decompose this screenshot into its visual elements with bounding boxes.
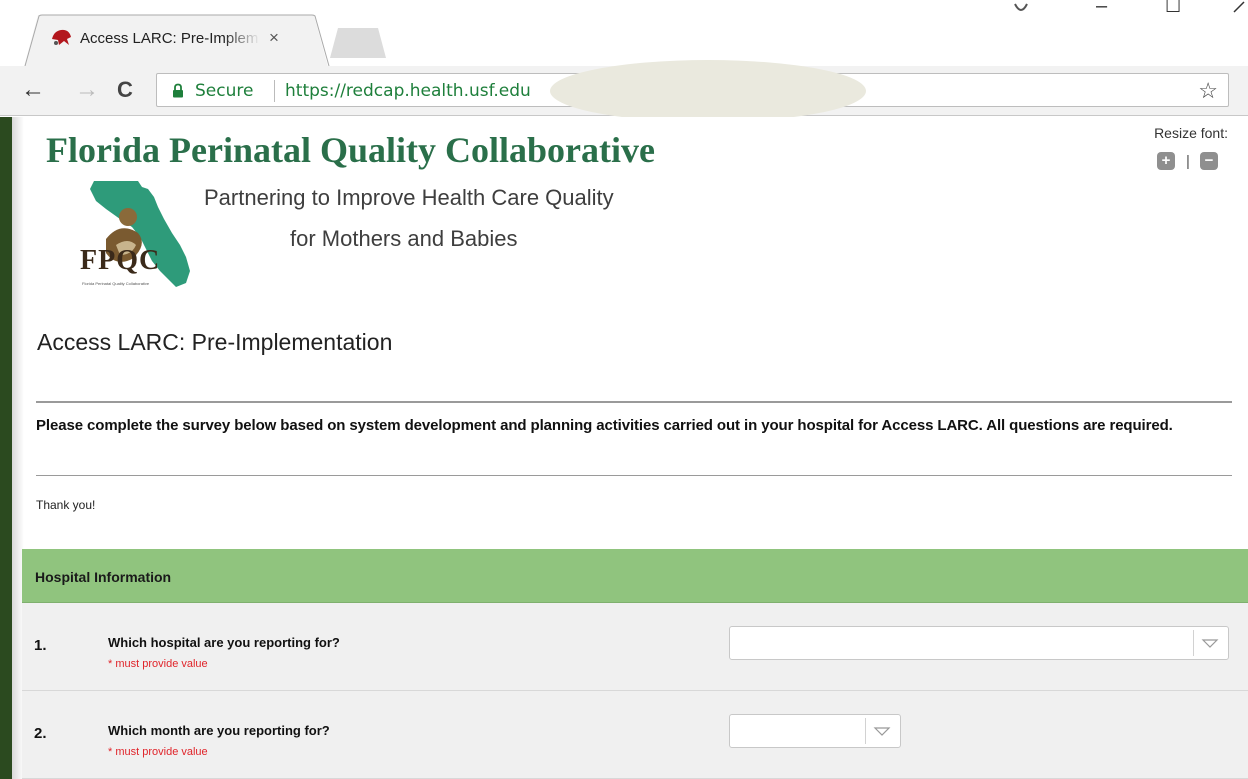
font-decrease-button[interactable]: − (1200, 152, 1218, 170)
required-note: * must provide value (108, 658, 208, 670)
required-note: * must provide value (108, 746, 208, 758)
new-tab-button[interactable] (330, 28, 386, 58)
thank-you-text: Thank you! (36, 498, 96, 512)
maximize-button[interactable]: ☐ (1165, 0, 1181, 18)
page-content: Florida Perinatal Quality Collaborative … (0, 117, 1248, 779)
url-text[interactable]: https://redcap.health.usf.edu (285, 81, 531, 101)
logo-wordmark: FPQC (80, 245, 161, 276)
back-button[interactable]: ← (20, 75, 46, 105)
tagline-line-1: Partnering to Improve Health Care Qualit… (204, 185, 614, 210)
browser-toolbar: ← → C Secure https://redcap.health.usf.e… (0, 60, 1248, 122)
left-accent-bar (0, 117, 12, 779)
survey-title: Access LARC: Pre-Implementation (37, 329, 393, 355)
question-row: 2. Which month are you reporting for? * … (22, 691, 1248, 779)
logo-subtext: Florida Perinatal Quality Collaborative (82, 281, 150, 286)
resize-font-label: Resize font: (1154, 125, 1228, 141)
url-separator (274, 80, 275, 102)
bookmark-star-icon[interactable]: ☆ (1198, 78, 1218, 104)
profile-icon[interactable] (1014, 2, 1028, 22)
reload-button[interactable]: C (112, 75, 138, 105)
minimize-button[interactable]: – (1096, 0, 1107, 18)
tagline-line-2: for Mothers and Babies (290, 226, 518, 251)
redaction-overlay (550, 60, 866, 122)
org-title: Florida Perinatal Quality Collaborative (46, 130, 655, 170)
redcap-favicon-icon (52, 29, 71, 45)
question-row: 1. Which hospital are you reporting for?… (22, 603, 1248, 691)
chevron-down-icon[interactable] (1193, 630, 1225, 656)
question-text: Which month are you reporting for? (108, 723, 330, 738)
section-title: Hospital Information (35, 569, 172, 585)
secure-label: Secure (195, 81, 254, 101)
survey-instructions: Please complete the survey below based o… (36, 417, 1173, 434)
hospital-select[interactable] (729, 626, 1229, 660)
font-increase-button[interactable]: + (1157, 152, 1175, 170)
tab-close-icon[interactable]: × (265, 28, 283, 48)
chevron-down-icon[interactable] (865, 718, 897, 744)
tab-title: Access LARC: Pre-Implem (80, 30, 259, 47)
divider (36, 475, 1232, 476)
browser-titlebar: Access LARC: Pre-Implem × – ☐ (0, 0, 1248, 67)
address-bar[interactable]: Secure https://redcap.health.usf.edu ☆ (156, 60, 1229, 122)
forward-button[interactable]: → (74, 75, 100, 105)
resize-separator: | (1186, 153, 1190, 170)
question-number: 1. (34, 637, 47, 654)
lock-icon (173, 83, 183, 98)
question-number: 2. (34, 725, 47, 742)
question-text: Which hospital are you reporting for? (108, 635, 340, 650)
divider (36, 401, 1232, 403)
section-header: Hospital Information (22, 549, 1248, 603)
close-window-button[interactable] (1232, 0, 1246, 20)
